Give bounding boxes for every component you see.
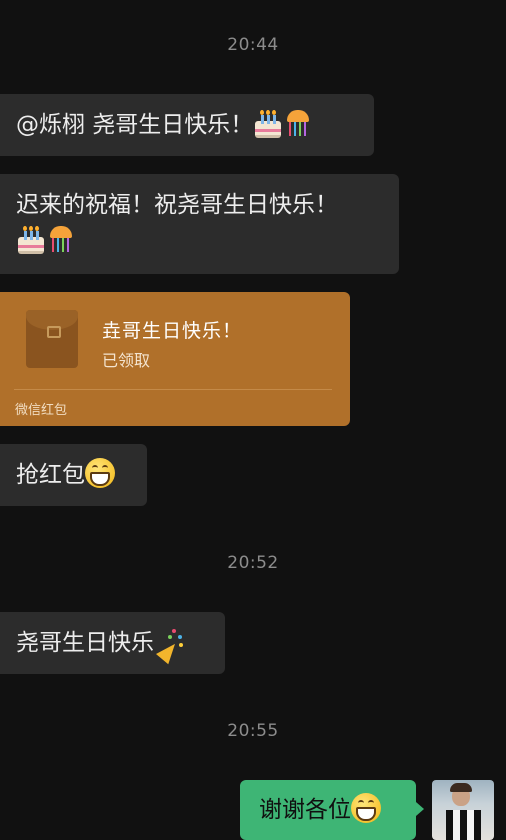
message-text: 谢谢各位 xyxy=(259,797,351,823)
red-packet-icon xyxy=(26,310,78,368)
grinning-face-icon xyxy=(351,793,381,823)
birthday-cake-icon xyxy=(253,108,283,138)
timestamp: 20:52 xyxy=(227,553,279,573)
red-packet-title: 垚哥生日快乐！ xyxy=(102,320,243,342)
message-bubble[interactable]: 抢红包 xyxy=(0,444,147,506)
confetti-ball-icon xyxy=(46,224,76,254)
confetti-ball-icon xyxy=(283,108,313,138)
birthday-cake-icon xyxy=(16,224,46,254)
party-popper-icon xyxy=(154,626,184,665)
message-text: @烁栩 尧哥生日快乐！ xyxy=(16,112,254,138)
outgoing-message-bubble[interactable]: 谢谢各位 xyxy=(240,780,424,840)
message-bubble[interactable]: 尧哥生日快乐 xyxy=(0,612,225,674)
chat-window: 20:44 @烁栩 尧哥生日快乐！ 迟来的祝福！祝尧哥生日快乐！ 垚哥生日快乐！… xyxy=(0,0,506,840)
red-packet-footer: 微信红包 xyxy=(15,403,68,418)
message-text: 尧哥生日快乐 xyxy=(16,630,154,656)
red-packet-status: 已领取 xyxy=(102,351,151,370)
timestamp: 20:44 xyxy=(227,35,279,55)
message-text: 迟来的祝福！祝尧哥生日快乐！ xyxy=(16,192,338,218)
message-bubble[interactable]: @烁栩 尧哥生日快乐！ xyxy=(0,94,374,156)
avatar[interactable] xyxy=(432,780,494,840)
grinning-face-icon xyxy=(85,458,115,488)
message-bubble[interactable]: 迟来的祝福！祝尧哥生日快乐！ xyxy=(0,174,399,274)
divider xyxy=(14,389,332,390)
message-text: 抢红包 xyxy=(16,462,85,488)
timestamp: 20:55 xyxy=(227,721,279,741)
